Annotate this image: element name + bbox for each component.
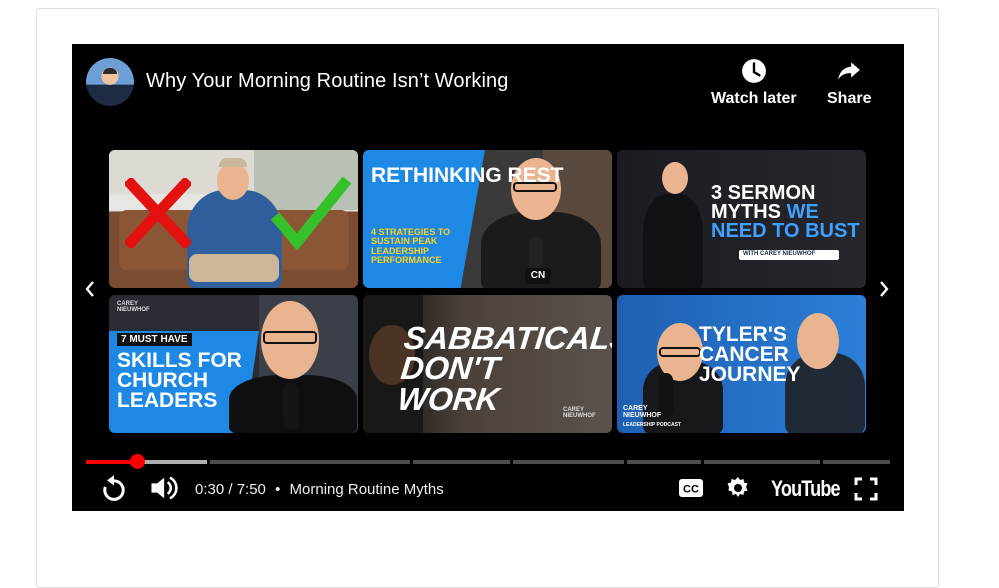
tile-byline: WITH CAREY NIEUWHOF [743, 251, 816, 257]
endscreen-video-tile[interactable]: SABBATICALS DON'T WORK CAREY NIEUWHOF [363, 295, 612, 433]
video-title[interactable]: Why Your Morning Routine Isn’t Working [146, 70, 509, 93]
chapter-marker [820, 460, 824, 464]
endscreen-prev-button[interactable] [84, 280, 96, 304]
tile-brand: CAREY NIEUWHOF [117, 301, 150, 314]
time-text: 0:30 / 7:50 [195, 481, 266, 498]
endscreen-video-tile[interactable]: 3 SERMON MYTHS WE NEED TO BUST WITH CARE… [617, 150, 866, 288]
tile-title-line1: RETHINKING REST [371, 164, 564, 187]
endscreen-video-tile[interactable]: TYLER'S CANCER JOURNEY CAREY NIEUWHOF LE… [617, 295, 866, 433]
chevron-left-icon [85, 281, 94, 297]
endscreen-grid: RETHINKING REST 4 STRATEGIES TO SUSTAIN … [109, 150, 867, 434]
endscreen-video-tile[interactable]: RETHINKING REST 4 STRATEGIES TO SUSTAIN … [363, 150, 612, 288]
endscreen-next-button[interactable] [878, 280, 890, 304]
fullscreen-icon [854, 477, 878, 501]
fullscreen-button[interactable] [854, 477, 878, 506]
replay-icon [103, 475, 125, 501]
volume-icon [151, 476, 178, 500]
time-separator: • [275, 481, 281, 498]
chapter-title[interactable]: Morning Routine Myths [290, 481, 444, 498]
tile-title: TYLER'S CANCER JOURNEY [699, 323, 801, 386]
share-button[interactable]: Share [827, 58, 871, 108]
settings-icon [727, 477, 748, 497]
chapter-marker [701, 460, 705, 464]
mute-button[interactable] [148, 474, 178, 507]
red-x-icon [125, 178, 191, 248]
chapter-marker [509, 460, 513, 464]
green-check-icon [270, 176, 352, 250]
replay-button[interactable] [100, 474, 128, 509]
watch-later-label: Watch later [711, 90, 797, 107]
video-player[interactable]: Why Your Morning Routine Isn’t Working W… [72, 44, 904, 511]
tile-title: SKILLS FOR CHURCH LEADERS [117, 349, 242, 412]
tile-kicker: 7 MUST HAVE [117, 333, 192, 346]
captions-button[interactable]: CC [678, 478, 704, 503]
clock-icon [741, 59, 766, 83]
tile-brand: CAREY NIEUWHOF [563, 407, 596, 420]
tile-title-line3: NEED TO BUST [711, 220, 860, 242]
progress-bar[interactable] [86, 454, 890, 469]
share-label: Share [827, 90, 872, 107]
endscreen-video-tile[interactable]: CAREY NIEUWHOF 7 MUST HAVE SKILLS FOR CH… [109, 295, 358, 433]
tile-brand-sub: LEADERSHIP PODCAST [623, 422, 681, 428]
share-icon [838, 62, 861, 80]
chapter-marker [207, 460, 211, 464]
settings-button[interactable] [726, 476, 750, 505]
endscreen-video-tile[interactable] [109, 150, 358, 288]
chapter-marker [410, 460, 413, 464]
tile-subtitle: 4 STRATEGIES TO SUSTAIN PEAK LEADERSHIP … [371, 227, 451, 266]
channel-avatar[interactable] [86, 58, 134, 106]
tile-title: SABBATICALS DON'T WORK [395, 320, 612, 417]
chevron-right-icon [880, 281, 889, 297]
scrubber-knob[interactable] [130, 454, 146, 469]
time-display: 0:30 / 7:50 • Morning Routine Myths [195, 481, 444, 498]
watch-later-button[interactable]: Watch later [711, 58, 797, 108]
svg-text:CC: CC [683, 484, 699, 496]
captions-icon: CC [679, 479, 703, 497]
tile-badge: CN [525, 268, 551, 284]
tile-brand: CAREY NIEUWHOF [623, 405, 662, 420]
youtube-logo[interactable]: YouTube [771, 476, 841, 502]
chapter-marker [623, 460, 627, 464]
